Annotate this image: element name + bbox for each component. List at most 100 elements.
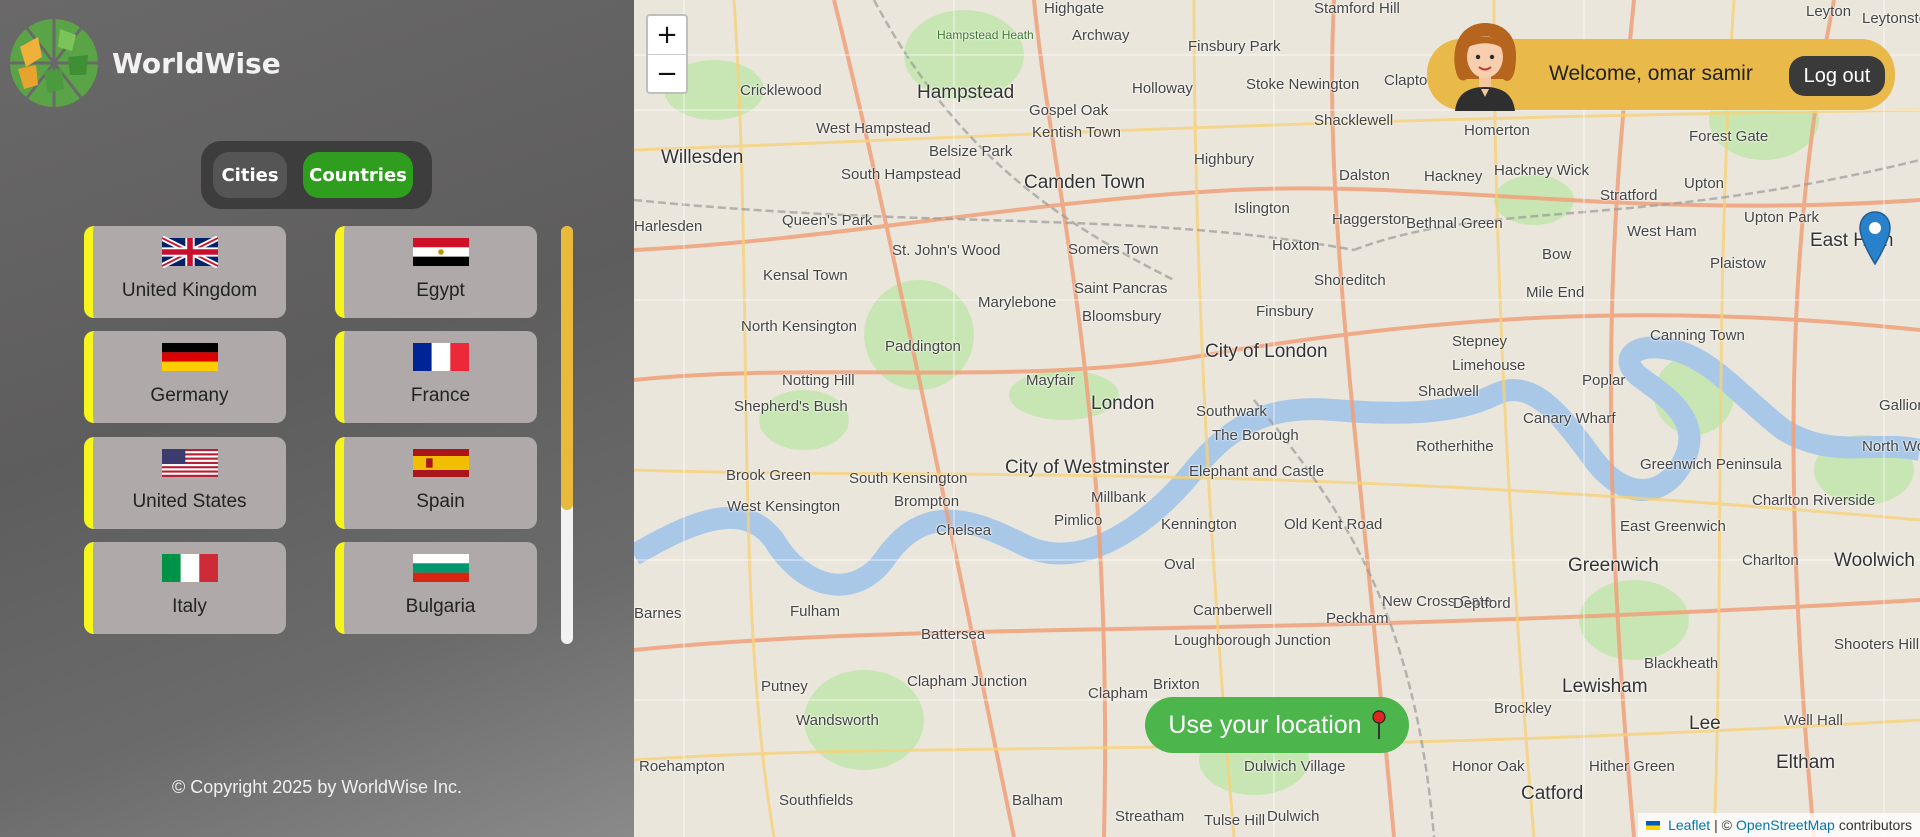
map-place-label: Holloway [1132,80,1193,97]
country-name: Bulgaria [405,596,476,617]
map-place-label: Brompton [894,493,960,510]
map-place-label: Balham [1012,792,1063,809]
country-item[interactable]: Spain [335,437,537,529]
welcome-text: Welcome, omar samir [1549,62,1753,85]
map-place-label: Kentish Town [1032,124,1121,141]
map-place-label: Well Hall [1784,712,1843,729]
map-place-label: Kennington [1161,516,1237,533]
openstreetmap-link[interactable]: OpenStreetMap [1736,817,1835,833]
cities-countries-toggle: Cities Countries [201,141,432,209]
country-item[interactable]: France [335,331,537,423]
map-place-label: Queen's Park [782,212,873,229]
map-place-label: Chelsea [936,522,992,539]
map-place-label: Paddington [885,338,961,355]
map-place-label: Shadwell [1418,383,1479,400]
fr-flag-icon [412,343,469,371]
map-place-label: Poplar [1582,372,1626,389]
attribution-contributors: contributors [1838,817,1912,833]
zoom-in-button[interactable]: + [648,16,686,54]
map-place-label: Hampstead [917,82,1015,103]
map-place-label: Oval [1164,556,1195,573]
map-place-label: Blackheath [1644,655,1719,672]
map-place-label: Cricklewood [740,82,822,99]
map-place-label: Bow [1542,246,1572,263]
map-place-label: The Borough [1212,427,1299,444]
map-place-label: South Kensington [849,470,968,487]
map-place-label: Millbank [1091,489,1147,506]
map-place-label: Somers Town [1068,241,1159,258]
it-flag-icon [161,554,218,582]
map-place-label: Charlton Riverside [1752,492,1876,509]
country-name: Spain [416,491,465,512]
tab-countries[interactable]: Countries [303,152,413,198]
map-place-label: Stoke Newington [1246,76,1360,93]
map-place-label: Southwark [1196,403,1267,420]
country-name: Egypt [416,280,465,301]
map-place-label: Stamford Hill [1314,0,1400,17]
map-place-label: Stratford [1600,187,1658,204]
map-place-label: Upton Park [1744,209,1820,226]
bg-flag-icon [412,554,469,582]
map-place-label: Pimlico [1054,512,1103,529]
us-flag-icon [161,449,218,477]
map-place-label: Barnes [634,605,682,622]
app-name: WorldWise [112,46,281,80]
map-place-label: Shepherd's Bush [734,398,848,415]
map-place-label: Putney [761,678,808,695]
map-place-label: Kensal Town [763,267,848,284]
zoom-out-button[interactable]: − [648,54,686,92]
map-place-label: Brockley [1494,700,1552,717]
tab-cities[interactable]: Cities [213,152,287,198]
list-scrollbar[interactable] [561,226,573,644]
map-place-label: Leytonstone [1862,10,1920,27]
country-item[interactable]: United Kingdom [84,226,286,318]
map-place-label: Gallions Reach [1879,397,1920,414]
map-place-label: Brook Green [726,467,812,484]
map-place-label: Belsize Park [929,143,1013,160]
eg-flag-icon [412,238,469,266]
map-place-label: Elephant and Castle [1189,463,1325,480]
map-marker-icon[interactable] [1858,210,1892,266]
country-item[interactable]: Germany [84,331,286,423]
map-place-label: Shacklewell [1314,112,1394,129]
map-place-label: Loughborough Junction [1174,632,1331,649]
country-item[interactable]: Bulgaria [335,542,537,634]
country-item[interactable]: United States [84,437,286,529]
ukraine-flag-icon [1646,820,1661,830]
map-place-label: Forest Gate [1689,128,1769,145]
country-item[interactable]: Egypt [335,226,537,318]
scrollbar-thumb[interactable] [561,226,573,510]
map-place-label: Catford [1521,783,1584,804]
map-place-label: Dulwich Village [1244,758,1346,775]
map-place-label: Greenwich Peninsula [1640,456,1782,473]
use-location-label: Use your location [1168,710,1362,739]
map-place-label: West Hampstead [816,120,931,137]
leaflet-link[interactable]: Leaflet [1668,817,1710,833]
map-place-label: Canning Town [1650,327,1745,344]
worldwise-logo-icon [10,19,98,107]
user-panel: Welcome, omar samir Log out [1427,23,1895,111]
map-place-label: Woolwich [1834,550,1915,571]
country-name: Germany [150,385,229,406]
map-place-label: Archway [1072,27,1130,44]
map-place-label: Highgate [1044,0,1105,17]
map-place-label: Deptford [1453,595,1511,612]
map-place-label: Bethnal Green [1406,215,1503,232]
attribution-separator: | © [1714,817,1732,833]
map-place-label: Charlton [1742,552,1799,569]
use-location-button[interactable]: Use your location [1145,697,1409,753]
map-place-label: North Woolwich [1862,438,1920,455]
map-place-label: Limehouse [1452,357,1526,374]
map-place-label: Stepney [1452,333,1508,350]
map-place-label: Hackney Wick [1494,162,1590,179]
logout-button[interactable]: Log out [1789,56,1885,96]
map-place-label: Willesden [661,147,744,168]
map-place-label: Homerton [1464,122,1530,139]
map-place-label: Harlesden [634,218,703,235]
map-place-label: Lee [1689,713,1721,734]
country-item[interactable]: Italy [84,542,286,634]
map-place-label: Haggerston [1332,211,1410,228]
map-place-label: Highbury [1194,151,1255,168]
app-logo[interactable]: WorldWise [8,17,281,109]
map-place-label: St. John's Wood [892,242,1001,259]
